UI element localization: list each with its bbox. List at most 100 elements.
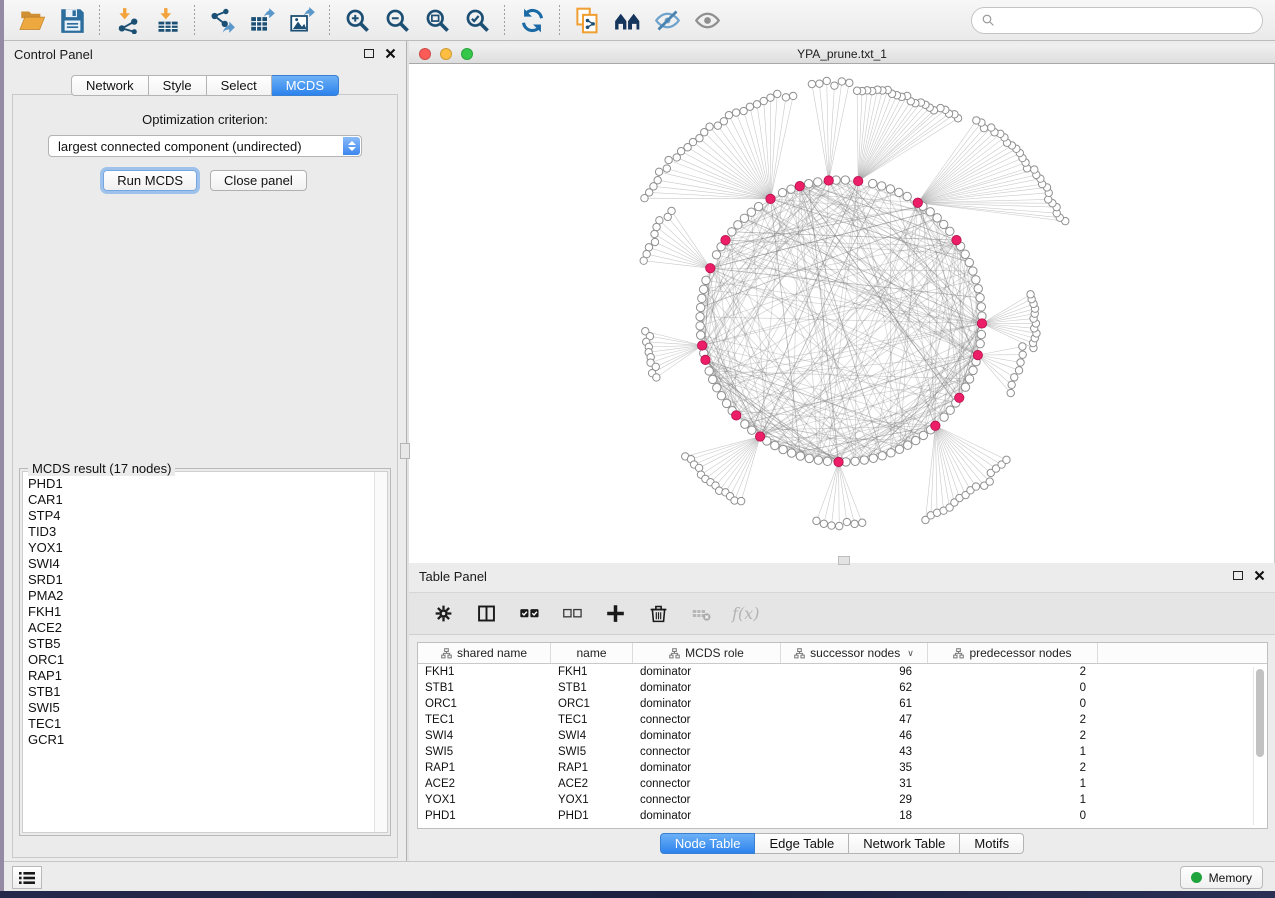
- run-mcds-button[interactable]: Run MCDS: [103, 170, 197, 191]
- first-neighbors-button[interactable]: [610, 3, 644, 37]
- list-scrollbar[interactable]: [374, 472, 387, 832]
- list-item[interactable]: FKH1: [23, 604, 387, 620]
- network-window-titlebar[interactable]: YPA_prune.txt_1: [409, 44, 1275, 64]
- select-spinner-icon[interactable]: [343, 137, 360, 155]
- refresh-button[interactable]: [515, 3, 549, 37]
- dominator-node[interactable]: [721, 235, 730, 244]
- export-table-button[interactable]: [245, 3, 279, 37]
- tab-select[interactable]: Select: [207, 75, 272, 96]
- table-row[interactable]: TEC1TEC1connector472: [418, 712, 1267, 728]
- table-scrollbar[interactable]: [1253, 667, 1265, 825]
- dominator-node[interactable]: [977, 319, 986, 328]
- tab-node-table[interactable]: Node Table: [660, 833, 756, 854]
- add-row-button[interactable]: [603, 602, 627, 626]
- delete-row-button[interactable]: [646, 602, 670, 626]
- list-item[interactable]: GCR1: [23, 732, 387, 748]
- memory-button[interactable]: Memory: [1180, 866, 1263, 889]
- dominator-node[interactable]: [824, 176, 833, 185]
- open-file-button[interactable]: [15, 3, 49, 37]
- dominator-node[interactable]: [706, 263, 715, 272]
- table-row[interactable]: RAP1RAP1dominator352: [418, 760, 1267, 776]
- mcds-result-list[interactable]: PHD1CAR1STP4TID3YOX1SWI4SRD1PMA2FKH1ACE2…: [22, 471, 388, 833]
- column-header-successor-nodes[interactable]: successor nodes∨: [781, 643, 928, 663]
- dominator-node[interactable]: [701, 355, 710, 364]
- dominator-node[interactable]: [853, 176, 862, 185]
- list-item[interactable]: RAP1: [23, 668, 387, 684]
- dominator-node[interactable]: [973, 350, 982, 359]
- tab-network[interactable]: Network: [71, 75, 149, 96]
- table-row[interactable]: FKH1FKH1dominator962: [418, 664, 1267, 680]
- column-header-shared-name[interactable]: shared name: [418, 643, 551, 663]
- save-session-button[interactable]: [55, 3, 89, 37]
- duplicate-network-button[interactable]: [570, 3, 604, 37]
- export-network-button[interactable]: [205, 3, 239, 37]
- table-row[interactable]: SWI5SWI5connector431: [418, 744, 1267, 760]
- table-row[interactable]: SWI4SWI4dominator462: [418, 728, 1267, 744]
- zoom-fit-button[interactable]: [420, 3, 454, 37]
- list-item[interactable]: PMA2: [23, 588, 387, 604]
- tab-style[interactable]: Style: [149, 75, 207, 96]
- search-box[interactable]: [971, 7, 1263, 34]
- zoom-selected-button[interactable]: [460, 3, 494, 37]
- float-panel-icon[interactable]: [364, 49, 374, 58]
- table-row[interactable]: ORC1ORC1dominator610: [418, 696, 1267, 712]
- table-row[interactable]: YOX1YOX1connector291: [418, 792, 1267, 808]
- close-panel-icon[interactable]: [385, 48, 396, 59]
- table-row[interactable]: STB1STB1dominator620: [418, 680, 1267, 696]
- dominator-node[interactable]: [755, 432, 764, 441]
- panel-resize-grip[interactable]: [838, 556, 850, 565]
- tab-mcds[interactable]: MCDS: [272, 75, 339, 96]
- divider-grip[interactable]: [400, 443, 410, 459]
- list-item[interactable]: SWI4: [23, 556, 387, 572]
- column-header-name[interactable]: name: [551, 643, 633, 663]
- network-view-canvas[interactable]: [409, 64, 1275, 563]
- list-item[interactable]: CAR1: [23, 492, 387, 508]
- table-options-button[interactable]: [431, 602, 455, 626]
- list-item[interactable]: TEC1: [23, 716, 387, 732]
- list-item[interactable]: SWI5: [23, 700, 387, 716]
- table-row[interactable]: PHD1PHD1dominator180: [418, 808, 1267, 824]
- export-image-button[interactable]: [285, 3, 319, 37]
- list-item[interactable]: PHD1: [23, 476, 387, 492]
- list-item[interactable]: SRD1: [23, 572, 387, 588]
- dominator-node[interactable]: [766, 194, 775, 203]
- deselect-all-rows-button[interactable]: [560, 602, 584, 626]
- tab-network-table[interactable]: Network Table: [849, 833, 960, 854]
- node-table[interactable]: shared namenameMCDS rolesuccessor nodes∨…: [417, 642, 1268, 829]
- dominator-node[interactable]: [697, 341, 706, 350]
- show-columns-button[interactable]: [474, 602, 498, 626]
- column-header-predecessor-nodes[interactable]: predecessor nodes: [928, 643, 1098, 663]
- import-table-button[interactable]: [150, 3, 184, 37]
- criterion-select[interactable]: largest connected component (undirected): [48, 135, 362, 157]
- task-history-button[interactable]: [12, 866, 42, 889]
- list-item[interactable]: TID3: [23, 524, 387, 540]
- list-item[interactable]: YOX1: [23, 540, 387, 556]
- dominator-node[interactable]: [952, 235, 961, 244]
- close-table-panel-icon[interactable]: [1254, 570, 1265, 581]
- select-all-rows-button[interactable]: [517, 602, 541, 626]
- show-all-button[interactable]: [690, 3, 724, 37]
- list-item[interactable]: ORC1: [23, 652, 387, 668]
- tab-edge-table[interactable]: Edge Table: [755, 833, 849, 854]
- dominator-node[interactable]: [931, 421, 940, 430]
- dominator-node[interactable]: [834, 457, 843, 466]
- network-graph[interactable]: [409, 64, 1275, 563]
- search-input[interactable]: [1002, 13, 1253, 28]
- dominator-node[interactable]: [913, 198, 922, 207]
- tab-motifs[interactable]: Motifs: [960, 833, 1024, 854]
- table-row[interactable]: ACE2ACE2connector311: [418, 776, 1267, 792]
- dominator-node[interactable]: [955, 393, 964, 402]
- dominator-node[interactable]: [732, 411, 741, 420]
- table-scrollbar-thumb[interactable]: [1256, 669, 1264, 757]
- hide-selected-button[interactable]: [650, 3, 684, 37]
- list-item[interactable]: ACE2: [23, 620, 387, 636]
- zoom-out-button[interactable]: [380, 3, 414, 37]
- close-panel-button[interactable]: Close panel: [210, 170, 307, 191]
- zoom-in-button[interactable]: [340, 3, 374, 37]
- list-item[interactable]: STB5: [23, 636, 387, 652]
- float-table-panel-icon[interactable]: [1233, 571, 1243, 580]
- list-item[interactable]: STB1: [23, 684, 387, 700]
- column-header-MCDS-role[interactable]: MCDS role: [633, 643, 781, 663]
- import-network-button[interactable]: [110, 3, 144, 37]
- list-item[interactable]: STP4: [23, 508, 387, 524]
